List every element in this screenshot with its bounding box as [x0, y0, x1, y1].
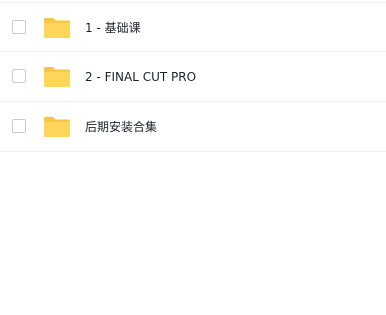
file-name[interactable]: 2 - FINAL CUT PRO	[85, 68, 196, 86]
list-item[interactable]: 后期安装合集	[0, 102, 386, 152]
file-name[interactable]: 后期安装合集	[85, 118, 157, 136]
folder-icon	[43, 66, 71, 88]
file-name[interactable]: 1 - 基础课	[85, 19, 141, 37]
row-checkbox[interactable]	[12, 69, 26, 83]
file-list: 1 - 基础课 2 - FINAL CUT PRO 后期安装合集	[0, 2, 386, 152]
folder-icon	[43, 17, 71, 39]
list-item[interactable]: 1 - 基础课	[0, 2, 386, 52]
list-item[interactable]: 2 - FINAL CUT PRO	[0, 52, 386, 102]
row-checkbox[interactable]	[12, 119, 26, 133]
row-checkbox[interactable]	[12, 20, 26, 34]
folder-icon	[43, 116, 71, 138]
